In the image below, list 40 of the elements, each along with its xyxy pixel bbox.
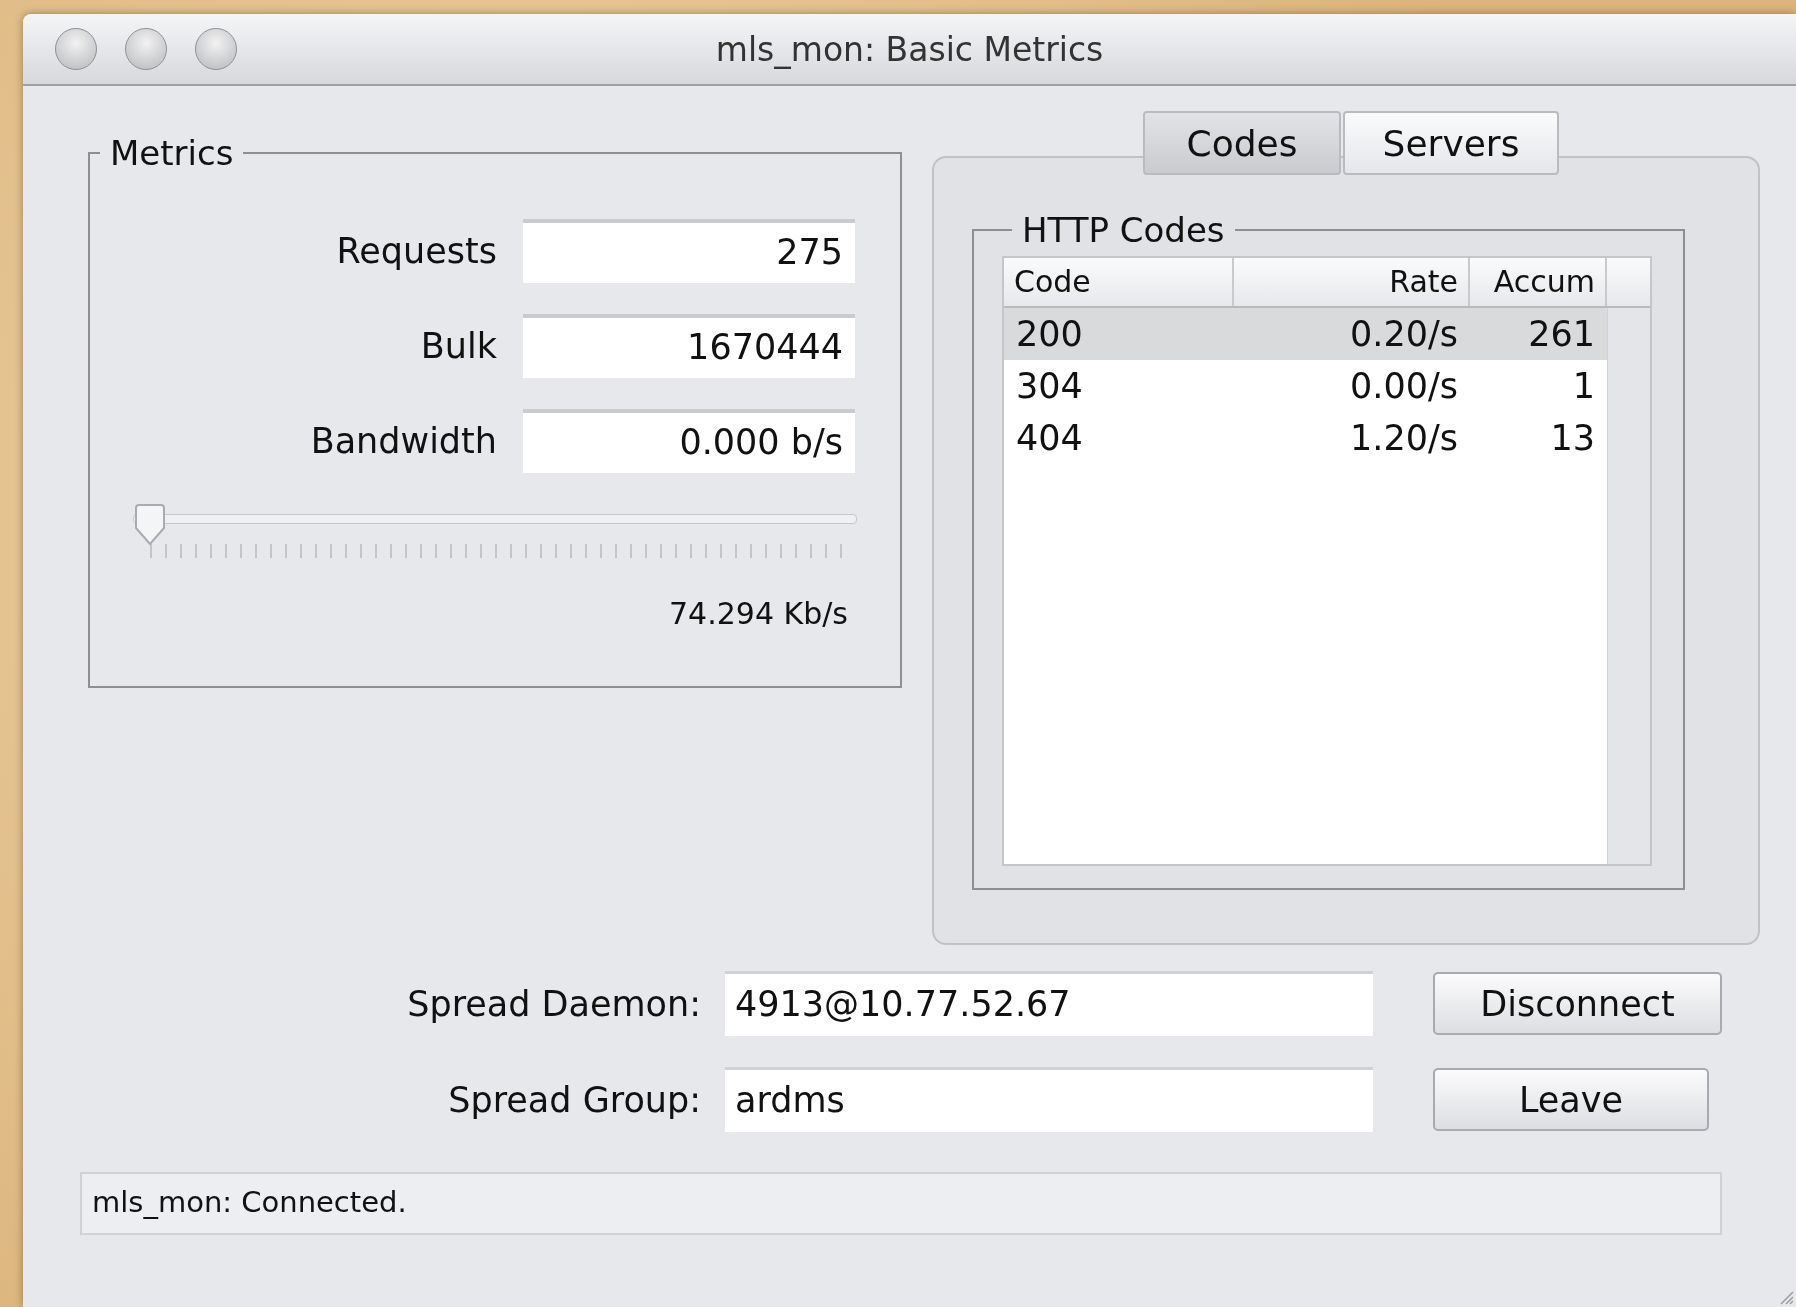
window-button[interactable] [55, 28, 97, 70]
table-row[interactable]: 404 1.20/s 13 [1004, 412, 1607, 464]
table-row[interactable]: 304 0.00/s 1 [1004, 360, 1607, 412]
bandwidth-reading: 74.294 Kb/s [668, 596, 848, 631]
window-title: mls_mon: Basic Metrics [715, 29, 1104, 69]
window-button[interactable] [195, 28, 237, 70]
status-text: mls_mon: Connected. [92, 1185, 407, 1219]
action-button[interactable]: Disconnect [1433, 972, 1722, 1035]
window-button[interactable] [125, 28, 167, 70]
column-header[interactable]: Rate [1234, 258, 1470, 306]
table-cell-text: 0.00/s [1349, 366, 1459, 406]
table-cell-text: 1 [1571, 366, 1596, 406]
readout-field[interactable]: 0.000 b/s [523, 409, 855, 473]
group-title: HTTP Codes [1021, 210, 1226, 250]
text-field[interactable]: ardms [725, 1067, 1373, 1132]
field-label: Requests [335, 231, 497, 271]
group-title: Metrics [109, 133, 235, 173]
table-row[interactable]: 200 0.20/s 261 [1004, 308, 1607, 360]
field-label: Bulk [419, 326, 497, 366]
slider-thumb[interactable] [133, 504, 167, 546]
action-button[interactable]: Leave [1433, 1068, 1709, 1131]
table-cell-text: 0.20/s [1349, 314, 1459, 354]
slider-track[interactable] [133, 504, 857, 548]
readout-field[interactable]: 275 [523, 219, 855, 283]
field-label: Spread Group: [447, 1079, 702, 1120]
column-header[interactable]: Code [1004, 258, 1234, 306]
column-header[interactable]: Accum [1470, 258, 1607, 306]
field-label: Spread Daemon: [406, 983, 702, 1024]
table-cell-text: 200 [1015, 314, 1084, 354]
table-cell-text: 304 [1015, 366, 1084, 406]
tab[interactable]: Servers [1343, 111, 1559, 175]
readout-field[interactable]: 1670444 [523, 314, 855, 378]
field-label: Bandwidth [309, 421, 497, 461]
text-field[interactable]: 4913@10.77.52.67 [725, 971, 1373, 1036]
table-cell-text: 13 [1549, 418, 1596, 458]
table-cell-text: 261 [1527, 314, 1596, 354]
resize-grip-icon[interactable] [1778, 1289, 1794, 1305]
table-cell-text: 404 [1015, 418, 1084, 458]
tab[interactable]: Codes [1143, 111, 1341, 175]
table-cell-text: 1.20/s [1349, 418, 1459, 458]
